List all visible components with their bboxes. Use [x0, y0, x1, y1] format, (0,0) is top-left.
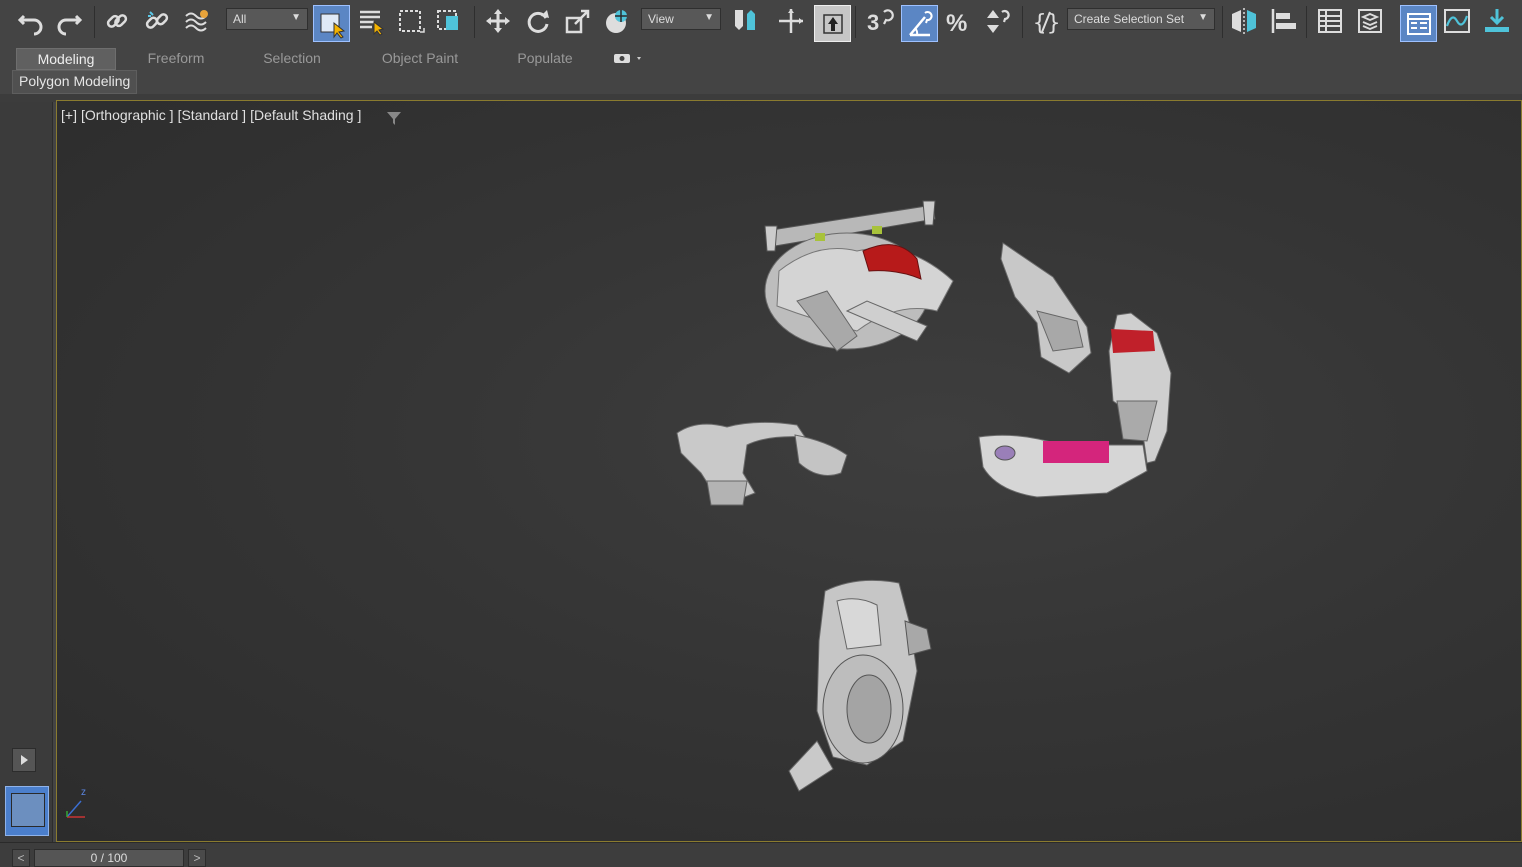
align-icon[interactable]	[1266, 4, 1300, 38]
rotate-icon[interactable]	[521, 4, 555, 38]
axis-z-label: z	[81, 787, 86, 798]
ribbon-options-icon[interactable]	[613, 52, 643, 66]
tab-freeform[interactable]: Freeform	[126, 48, 226, 74]
move-icon[interactable]	[481, 4, 515, 38]
select-object-icon[interactable]	[313, 5, 350, 42]
selection-set-value: Create Selection Set	[1074, 12, 1185, 26]
schematic-icon[interactable]	[1480, 4, 1514, 38]
time-slider-bar: < 0 / 100 >	[0, 842, 1522, 867]
selection-filter-value: All	[233, 12, 247, 26]
snap-toggle-icon[interactable]: 3	[862, 4, 896, 38]
expand-layout-button[interactable]	[12, 748, 36, 772]
scale-icon[interactable]	[561, 4, 595, 38]
unlink-icon[interactable]	[140, 4, 174, 38]
time-next-button[interactable]: >	[188, 849, 206, 867]
bind-space-warp-icon[interactable]	[180, 4, 214, 38]
chevron-down-icon: ▼	[1198, 12, 1208, 23]
scene-robot-parts: z	[66, 200, 1172, 818]
viewport-layout-thumbnail[interactable]	[5, 786, 49, 836]
transform-gizmo-icon[interactable]	[774, 4, 808, 38]
time-prev-button[interactable]: <	[12, 849, 30, 867]
select-and-manipulate-icon[interactable]	[814, 5, 851, 42]
selection-set-dropdown[interactable]: Create Selection Set ▼	[1067, 8, 1215, 30]
place-icon[interactable]	[600, 4, 634, 38]
tab-object-paint[interactable]: Object Paint	[366, 48, 474, 74]
mirror-icon[interactable]	[1227, 4, 1261, 38]
scene-explorer-icon[interactable]	[1313, 4, 1347, 38]
named-selection-edit-icon[interactable]: {}	[1028, 4, 1062, 38]
chevron-down-icon: ▼	[704, 12, 714, 23]
curve-editor-icon[interactable]	[1440, 4, 1474, 38]
svg-text:3: 3	[867, 10, 879, 35]
select-by-name-icon[interactable]	[354, 4, 388, 38]
redo-icon[interactable]	[52, 4, 86, 38]
layer-explorer-icon[interactable]	[1353, 4, 1387, 38]
model-part-arm-upper	[1000, 242, 1092, 374]
chevron-down-icon: ▼	[291, 12, 301, 23]
window-crossing-icon[interactable]	[432, 4, 466, 38]
model-part-arm-left	[676, 421, 848, 506]
tab-modeling[interactable]: Modeling	[16, 48, 116, 70]
ref-coord-dropdown[interactable]: View ▼	[641, 8, 721, 30]
link-icon[interactable]	[100, 4, 134, 38]
viewport-layout-tab	[0, 102, 53, 842]
panel-polygon-modeling[interactable]: Polygon Modeling	[12, 70, 138, 94]
viewport-orthographic[interactable]: [+] [Orthographic ] [Standard ] [Default Sh…	[56, 100, 1522, 842]
tab-populate[interactable]: Populate	[496, 48, 594, 74]
angle-snap-icon[interactable]	[901, 5, 938, 42]
model-part-top	[764, 200, 954, 352]
undo-icon[interactable]	[14, 4, 48, 38]
ribbon-toggle-icon[interactable]	[1400, 5, 1437, 42]
percent-snap-icon[interactable]: %	[942, 4, 976, 38]
rect-region-icon[interactable]	[394, 4, 428, 38]
svg-text:%: %	[946, 10, 967, 36]
axis-tripod-icon: z	[66, 787, 86, 818]
model-part-leg-wheel	[788, 579, 932, 792]
ribbon-tabs: Modeling Freeform Selection Object Paint…	[0, 46, 1522, 70]
mirror-axis-icon[interactable]	[728, 4, 762, 38]
main-toolbar: All ▼ View ▼ 3 % {} Create Selection Se…	[0, 0, 1522, 47]
selection-filter-dropdown[interactable]: All ▼	[226, 8, 308, 30]
time-slider[interactable]: 0 / 100	[34, 849, 184, 867]
tab-selection[interactable]: Selection	[242, 48, 342, 74]
spinner-snap-icon[interactable]	[981, 4, 1015, 38]
svg-text:{: {	[1033, 11, 1046, 36]
ref-coord-value: View	[648, 12, 674, 26]
